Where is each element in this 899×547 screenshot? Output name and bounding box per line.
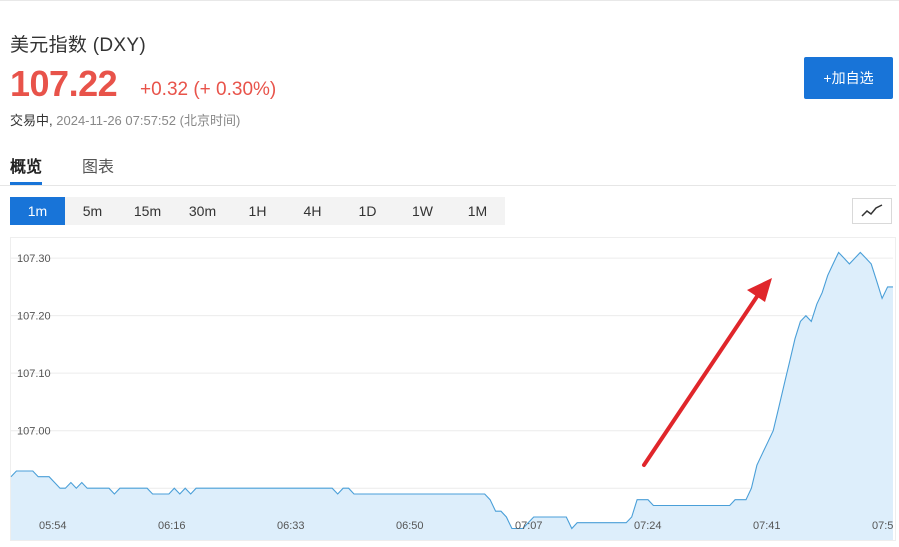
x-tick-label: 07:24: [634, 520, 662, 532]
x-tick-label: 06:33: [277, 520, 305, 532]
y-tick-label: 107.00: [17, 426, 51, 438]
y-tick-label: 107.30: [17, 253, 51, 265]
x-tick-label: 07:07: [515, 520, 543, 532]
y-tick-label: 107.20: [17, 311, 51, 323]
x-tick-label: 07:5: [872, 520, 893, 532]
annotation-arrow-shaft: [642, 293, 760, 467]
x-tick-label: 07:41: [753, 520, 781, 532]
x-tick-label: 06:50: [396, 520, 424, 532]
y-tick-label: 107.10: [17, 368, 51, 380]
annotation-arrow-head: [747, 278, 772, 302]
x-tick-label: 06:16: [158, 520, 186, 532]
price-chart-svg: 107.30107.20107.10107.00106.9005:5406:16…: [10, 251, 893, 540]
x-tick-label: 05:54: [39, 520, 67, 532]
